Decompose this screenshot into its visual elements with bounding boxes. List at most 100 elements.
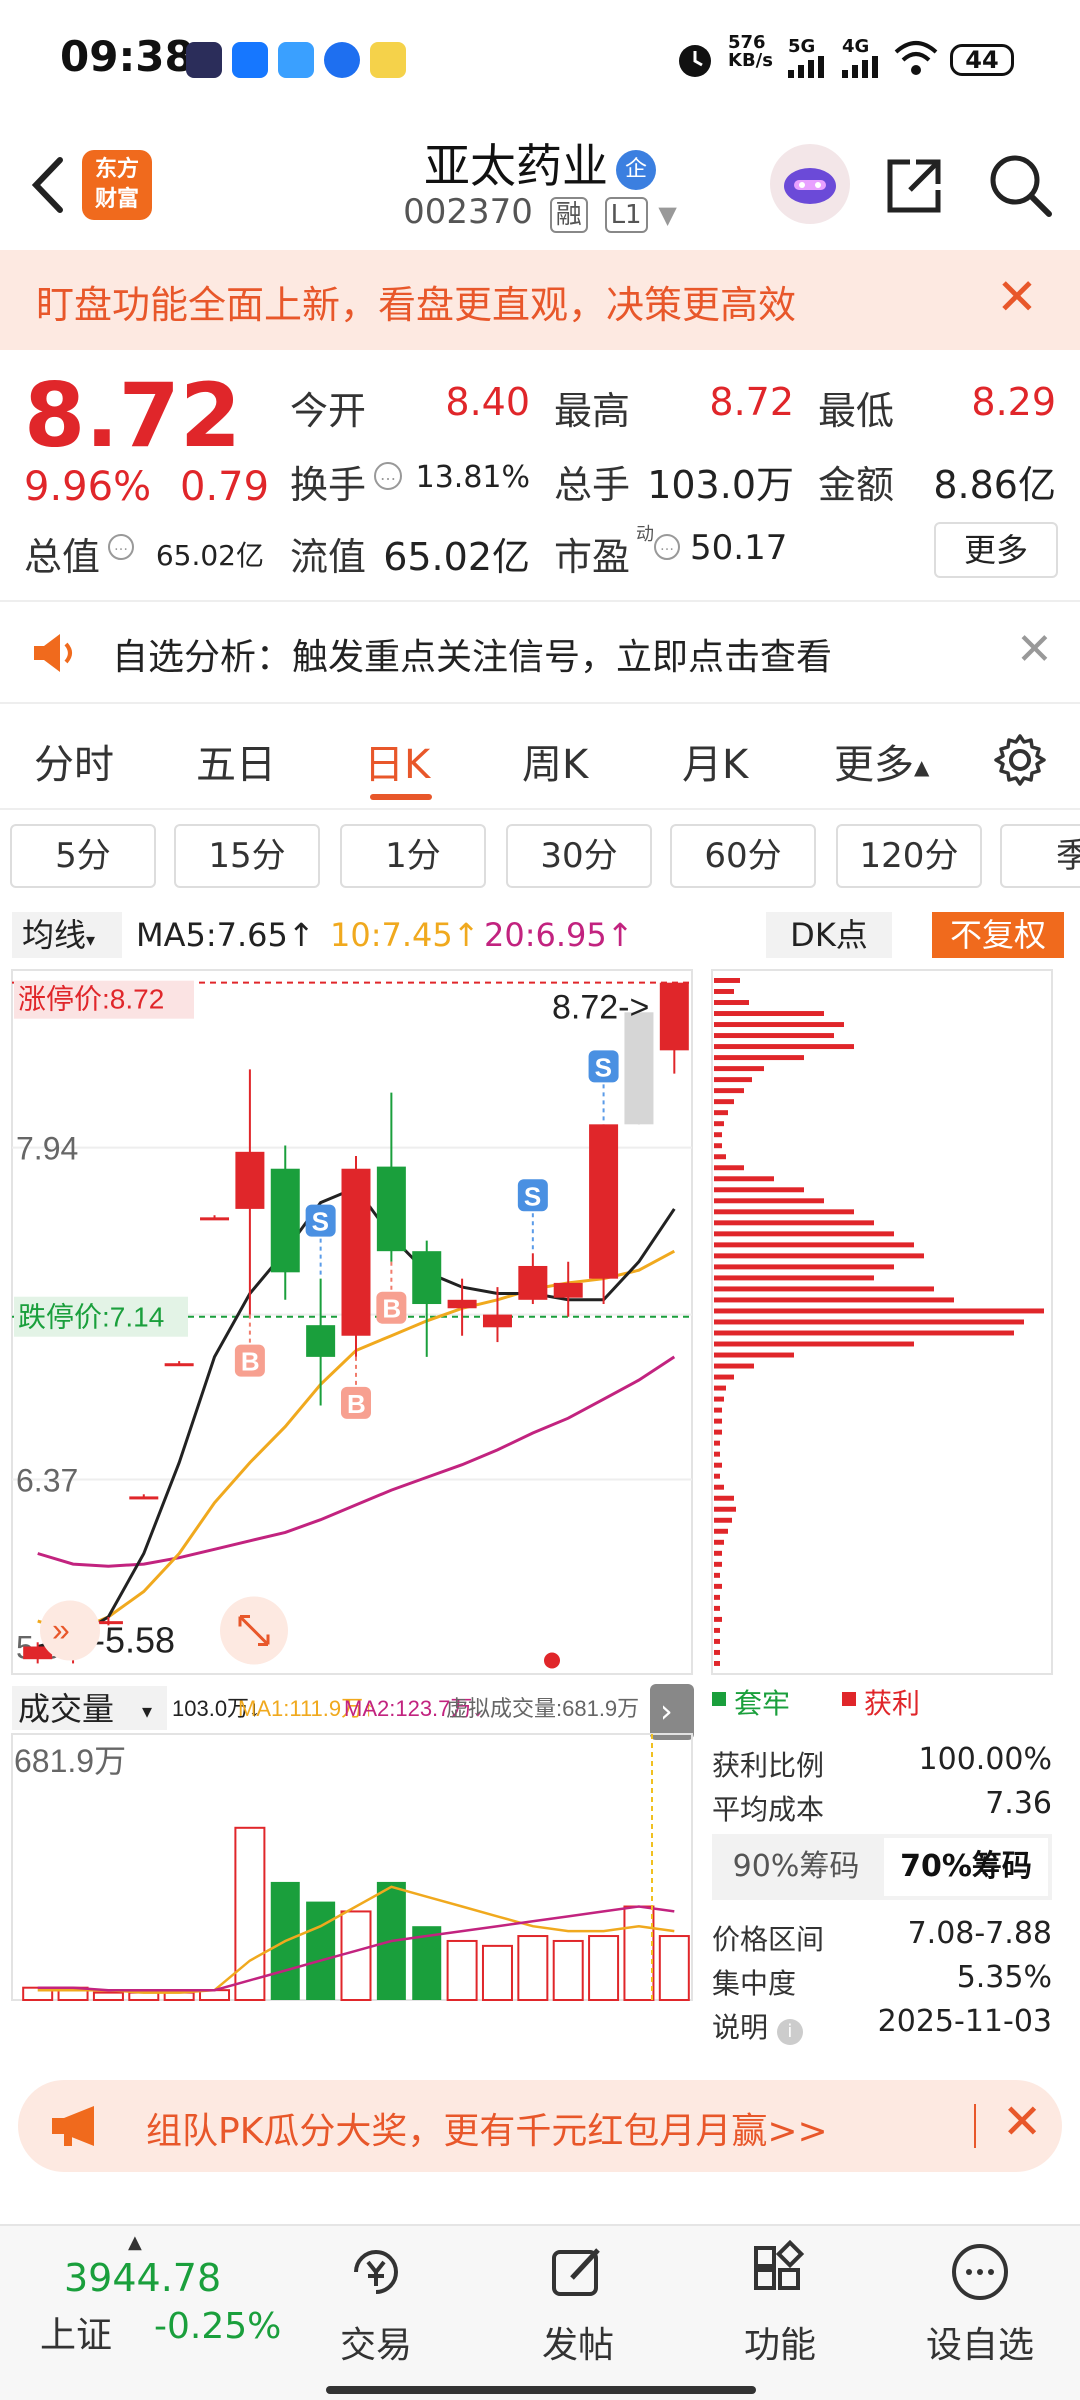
- share-icon[interactable]: [880, 150, 950, 220]
- info-icon-3[interactable]: …: [654, 534, 680, 560]
- chip-bar: [714, 1418, 722, 1424]
- ma-indicator-row: 均线▾ MA5:7.65↑ 10:7.45↑ 20:6.95↑ DK点 不复权: [0, 904, 1080, 966]
- tab-more[interactable]: 更多▲: [834, 732, 929, 790]
- candle-body: [624, 1012, 654, 1125]
- more-quote-button[interactable]: 更多: [934, 522, 1058, 578]
- float-label: 流值: [290, 535, 367, 579]
- chip-bar: [714, 1198, 824, 1204]
- banner-close-icon[interactable]: ✕: [996, 268, 1038, 326]
- pe-label: 市盈: [554, 535, 631, 579]
- volume-virtual: 虚拟成交量:681.9万: [446, 1696, 639, 1721]
- chip-tab-70[interactable]: 70%筹码: [884, 1838, 1048, 1896]
- battery-indicator: 44: [950, 44, 1014, 76]
- tab-monthly-k[interactable]: 月K: [682, 732, 748, 790]
- chevron-down-icon: ▼: [658, 201, 677, 229]
- volume-bar: [481, 1944, 513, 2002]
- volume-bar: [234, 1826, 266, 2001]
- chip-bar: [714, 978, 740, 983]
- chip-bar: [714, 1209, 854, 1215]
- nav-add-watchlist[interactable]: 设自选: [910, 2240, 1050, 2368]
- candle-body: [553, 1282, 583, 1298]
- nav-trade[interactable]: 交易: [306, 2240, 446, 2368]
- tab-five-day[interactable]: 五日: [196, 732, 276, 790]
- range-value: 7.08-7.88: [907, 1916, 1052, 1951]
- sh-index-value[interactable]: 3944.78: [64, 2256, 221, 2300]
- chip-date: 2025-11-03: [877, 2004, 1052, 2039]
- chip-bar: [714, 1341, 914, 1347]
- sell-signal-label: S: [312, 1207, 329, 1237]
- chip-bar: [714, 1484, 724, 1490]
- active-tab-indicator: [370, 794, 432, 800]
- concentration-label: 集中度: [712, 1967, 797, 2000]
- chip-bar: [714, 1253, 924, 1259]
- net-speed: 576 KB/s: [728, 32, 773, 71]
- dk-points-button[interactable]: DK点: [766, 912, 892, 958]
- period-15min[interactable]: 15分: [174, 824, 320, 888]
- more-circle-icon: [952, 2244, 1008, 2300]
- chip-bar: [714, 1649, 720, 1655]
- status-time: 09:38: [60, 32, 194, 81]
- pe-superscript: 动: [636, 524, 654, 545]
- chip-bar: [714, 989, 734, 994]
- chip-bar: [714, 1176, 774, 1182]
- home-indicator[interactable]: [326, 2386, 756, 2394]
- volume-bar: [340, 1910, 372, 2001]
- alarm-icon: [679, 45, 711, 77]
- info-icon[interactable]: …: [374, 462, 402, 490]
- buy-signal-label: B: [382, 1294, 401, 1324]
- status-bar: 09:38 576 KB/s 5G 4G 44: [0, 0, 1080, 120]
- nav-post[interactable]: 发帖: [508, 2240, 648, 2368]
- kline-chart-area[interactable]: 7.947.156.375.58涨停价:8.72跌停价:7.148.72-><-…: [0, 966, 1080, 2052]
- ai-assistant-avatar[interactable]: [770, 144, 850, 224]
- feature-banner[interactable]: 盯盘功能全面上新，看盘更直观，决策更高效 ✕: [0, 250, 1080, 350]
- caret-up-icon: ▲: [914, 755, 930, 779]
- period-60min[interactable]: 60分: [670, 824, 816, 888]
- promo-close-icon[interactable]: ✕: [1002, 2094, 1042, 2150]
- tab-minute[interactable]: 分时: [34, 732, 114, 790]
- chip-bar: [714, 1231, 894, 1237]
- nav-functions[interactable]: 功能: [710, 2239, 850, 2368]
- tab-weekly-k[interactable]: 周K: [522, 732, 588, 790]
- promo-banner[interactable]: 组队PK瓜分大奖，更有千元红包月月赢>> ✕: [18, 2080, 1062, 2172]
- level-tag: L1: [604, 197, 648, 233]
- period-1min[interactable]: 1分: [340, 824, 486, 888]
- promo-divider: [974, 2104, 976, 2148]
- stock-header: 东方 财富 亚太药业企 002370 融 L1 ▼: [0, 120, 1080, 250]
- info-icon-2[interactable]: …: [108, 534, 134, 560]
- analysis-notice[interactable]: 自选分析：触发重点关注信号，立即点击查看 ✕: [0, 602, 1080, 702]
- candle-body: [200, 1217, 230, 1221]
- ma-dropdown[interactable]: 均线▾: [12, 912, 122, 958]
- float-value: 65.02亿: [383, 535, 530, 579]
- period-30min[interactable]: 30分: [506, 824, 652, 888]
- no-adjust-button[interactable]: 不复权: [932, 912, 1064, 958]
- chip-bar: [714, 1561, 722, 1567]
- tab-daily-k[interactable]: 日K: [364, 732, 430, 790]
- margin-tag: 融: [549, 197, 588, 233]
- chip-tab-90[interactable]: 90%筹码: [712, 1834, 880, 1900]
- gear-icon[interactable]: [992, 732, 1048, 788]
- scroll-icon-bg: [40, 1600, 100, 1661]
- candle-body: [341, 1168, 371, 1336]
- y-tick-label: 6.37: [16, 1463, 78, 1499]
- notice-close-icon[interactable]: ✕: [1016, 624, 1053, 675]
- candle-body: [518, 1265, 548, 1300]
- candle-body: [589, 1124, 619, 1279]
- candle-body: [412, 1251, 442, 1305]
- trapped-legend: 套牢: [734, 1687, 791, 1720]
- bottom-nav: ▲ 3944.78 上证 -0.25% 交易 发帖 功能 设自选: [0, 2224, 1080, 2400]
- period-quarter[interactable]: 季: [1000, 824, 1080, 888]
- chip-bar: [714, 1396, 724, 1402]
- search-icon[interactable]: [985, 150, 1055, 220]
- sh-index-name[interactable]: 上证: [40, 2306, 112, 2358]
- chip-bar: [714, 1308, 1044, 1314]
- period-selector: 5分 15分 1分 30分 60分 120分 季: [0, 810, 1080, 900]
- chip-bar: [714, 1154, 726, 1160]
- high-marker: 8.72->: [552, 989, 649, 1027]
- date-start: 20250925: [16, 2011, 176, 2016]
- sh-index-change[interactable]: -0.25%: [154, 2306, 281, 2347]
- note-label[interactable]: 说明 i: [712, 2006, 803, 2046]
- candle-body: [270, 1168, 300, 1273]
- chip-bar: [714, 1429, 722, 1435]
- period-120min[interactable]: 120分: [836, 824, 982, 888]
- period-5min[interactable]: 5分: [10, 824, 156, 888]
